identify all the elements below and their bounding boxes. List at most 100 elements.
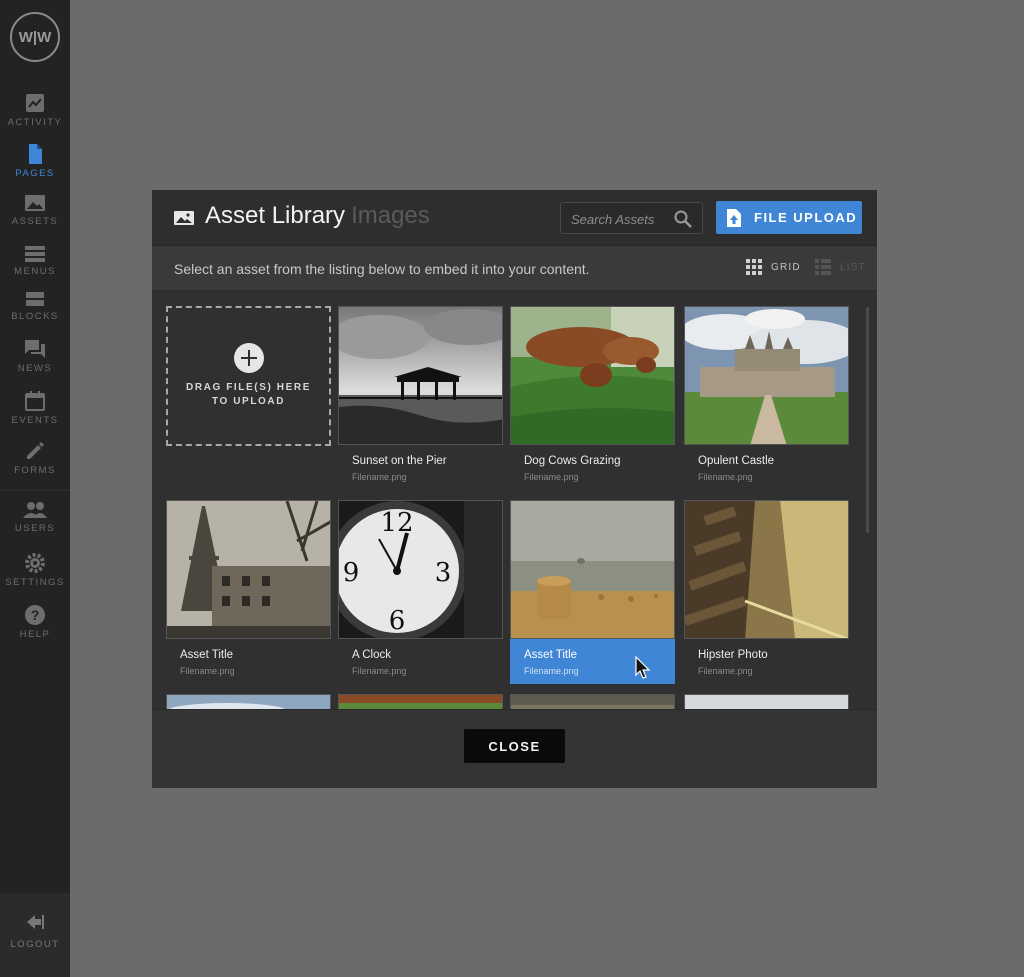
calendar-icon xyxy=(25,391,45,411)
image-icon xyxy=(174,211,194,225)
sidebar-item-news[interactable]: NEWS xyxy=(0,338,70,374)
asset-thumbnail xyxy=(166,500,331,639)
modal-title-text: Asset Library xyxy=(205,202,346,229)
asset-tile[interactable]: Opulent Castle Filename.png xyxy=(684,306,849,490)
sidebar-item-help[interactable]: ? HELP xyxy=(0,604,70,640)
asset-thumbnail xyxy=(684,500,849,639)
asset-filename: Filename.png xyxy=(524,666,579,676)
asset-tile-partial[interactable] xyxy=(510,694,675,709)
asset-title: Hipster Photo xyxy=(698,649,768,661)
brand-logo[interactable]: W|W xyxy=(10,12,60,62)
blocks-icon xyxy=(26,292,44,306)
asset-title: Asset Title xyxy=(180,649,234,661)
sidebar-item-users[interactable]: USERS xyxy=(0,500,70,534)
asset-tile[interactable]: Sunset on the Pier Filename.png xyxy=(338,306,503,490)
list-menu-icon xyxy=(25,246,45,262)
listing-scrollbar[interactable] xyxy=(866,307,869,533)
sidebar-item-settings[interactable]: SETTINGS xyxy=(0,552,70,588)
sidebar: W|W ACTIVITY PAGES ASSETS MENUS BLOCKS N… xyxy=(0,0,70,977)
asset-title: Dog Cows Grazing xyxy=(524,455,621,467)
sidebar-item-label: HELP xyxy=(19,629,51,640)
asset-library-modal: Asset LibraryImages FILE UPLOAD Select a… xyxy=(152,190,877,788)
asset-filename: Filename.png xyxy=(180,666,235,676)
instructions-text: Select an asset from the listing below t… xyxy=(174,261,590,277)
asset-title: A Clock xyxy=(352,649,391,661)
pencil-icon xyxy=(27,442,44,459)
svg-text:?: ? xyxy=(31,607,40,623)
view-list-toggle[interactable]: LIST xyxy=(815,259,866,275)
close-button[interactable]: CLOSE xyxy=(464,729,565,763)
sidebar-item-label: EVENTS xyxy=(11,415,59,426)
asset-thumbnail xyxy=(510,306,675,445)
asset-tile-partial[interactable] xyxy=(166,694,331,709)
sidebar-item-menus[interactable]: MENUS xyxy=(0,245,70,277)
sidebar-item-label: PAGES xyxy=(15,168,55,179)
sidebar-item-assets[interactable]: ASSETS xyxy=(0,193,70,227)
search-box xyxy=(560,202,703,235)
mouse-cursor-icon xyxy=(635,656,651,679)
sidebar-item-label: USERS xyxy=(14,523,56,534)
modal-footer: CLOSE xyxy=(152,709,877,788)
dropzone-text: DRAG FILE(S) HERE TO UPLOAD xyxy=(186,382,311,407)
asset-title: Asset Title xyxy=(524,649,578,661)
asset-filename: Filename.png xyxy=(698,666,753,676)
logout-button[interactable]: LOGOUT xyxy=(0,893,70,977)
sidebar-item-activity[interactable]: ACTIVITY xyxy=(0,92,70,128)
view-grid-toggle[interactable]: GRID xyxy=(746,259,801,275)
asset-title: Sunset on the Pier xyxy=(352,455,447,467)
sidebar-item-blocks[interactable]: BLOCKS xyxy=(0,290,70,322)
svg-text:3: 3 xyxy=(435,558,452,588)
asset-thumbnail xyxy=(510,500,675,639)
asset-filename: Filename.png xyxy=(352,472,407,482)
svg-text:9: 9 xyxy=(343,558,360,588)
image-icon xyxy=(25,195,45,211)
asset-tile[interactable]: 12 3 6 9 A Clock Filename.png xyxy=(338,500,503,684)
sidebar-divider xyxy=(0,490,70,491)
modal-header: Asset LibraryImages FILE UPLOAD xyxy=(152,190,877,246)
page-document-icon xyxy=(29,144,42,164)
file-upload-icon xyxy=(727,208,741,227)
search-icon[interactable] xyxy=(674,210,692,228)
asset-tile-selected[interactable]: Asset Title Filename.png xyxy=(510,500,675,684)
sidebar-item-label: ASSETS xyxy=(11,216,59,227)
gear-icon xyxy=(25,553,45,573)
asset-filename: Filename.png xyxy=(698,472,753,482)
view-grid-label: GRID xyxy=(771,261,801,273)
sidebar-item-label: SETTINGS xyxy=(5,577,65,588)
asset-filename: Filename.png xyxy=(352,666,407,676)
sidebar-item-label: ACTIVITY xyxy=(7,117,63,128)
chat-bubbles-icon xyxy=(25,340,45,358)
asset-filename: Filename.png xyxy=(524,472,579,482)
asset-tile-partial[interactable] xyxy=(338,694,503,709)
sidebar-item-pages[interactable]: PAGES xyxy=(0,143,70,179)
logout-label: LOGOUT xyxy=(10,939,60,950)
sidebar-item-label: MENUS xyxy=(14,266,56,277)
sidebar-item-events[interactable]: EVENTS xyxy=(0,390,70,426)
file-upload-label: FILE UPLOAD xyxy=(754,210,858,225)
sidebar-item-label: BLOCKS xyxy=(11,311,59,322)
sidebar-item-label: FORMS xyxy=(14,465,56,476)
asset-tile-partial[interactable] xyxy=(684,694,849,709)
sidebar-item-forms[interactable]: FORMS xyxy=(0,440,70,476)
plus-circle-icon xyxy=(233,343,264,373)
search-input[interactable] xyxy=(569,203,673,235)
asset-thumbnail xyxy=(684,306,849,445)
asset-title: Opulent Castle xyxy=(698,455,775,467)
upload-dropzone[interactable]: DRAG FILE(S) HERE TO UPLOAD xyxy=(166,306,331,446)
asset-tile[interactable]: Dog Cows Grazing Filename.png xyxy=(510,306,675,490)
svg-text:6: 6 xyxy=(389,606,406,636)
asset-tile[interactable]: Hipster Photo Filename.png xyxy=(684,500,849,684)
list-icon xyxy=(815,259,831,275)
file-upload-button[interactable]: FILE UPLOAD xyxy=(716,201,862,234)
sidebar-item-label: NEWS xyxy=(17,363,53,374)
asset-thumbnail xyxy=(338,306,503,445)
asset-grid[interactable]: DRAG FILE(S) HERE TO UPLOAD Sunset on th… xyxy=(152,291,877,709)
modal-title: Asset Library Images xyxy=(205,202,430,230)
asset-thumbnail: 12 3 6 9 xyxy=(338,500,503,639)
grid-icon xyxy=(746,259,762,275)
view-list-label: LIST xyxy=(840,261,866,273)
users-icon xyxy=(23,502,47,518)
activity-chart-icon xyxy=(26,94,44,112)
asset-tile[interactable]: Asset Title Filename.png xyxy=(166,500,331,684)
logout-arrow-icon xyxy=(27,915,44,929)
